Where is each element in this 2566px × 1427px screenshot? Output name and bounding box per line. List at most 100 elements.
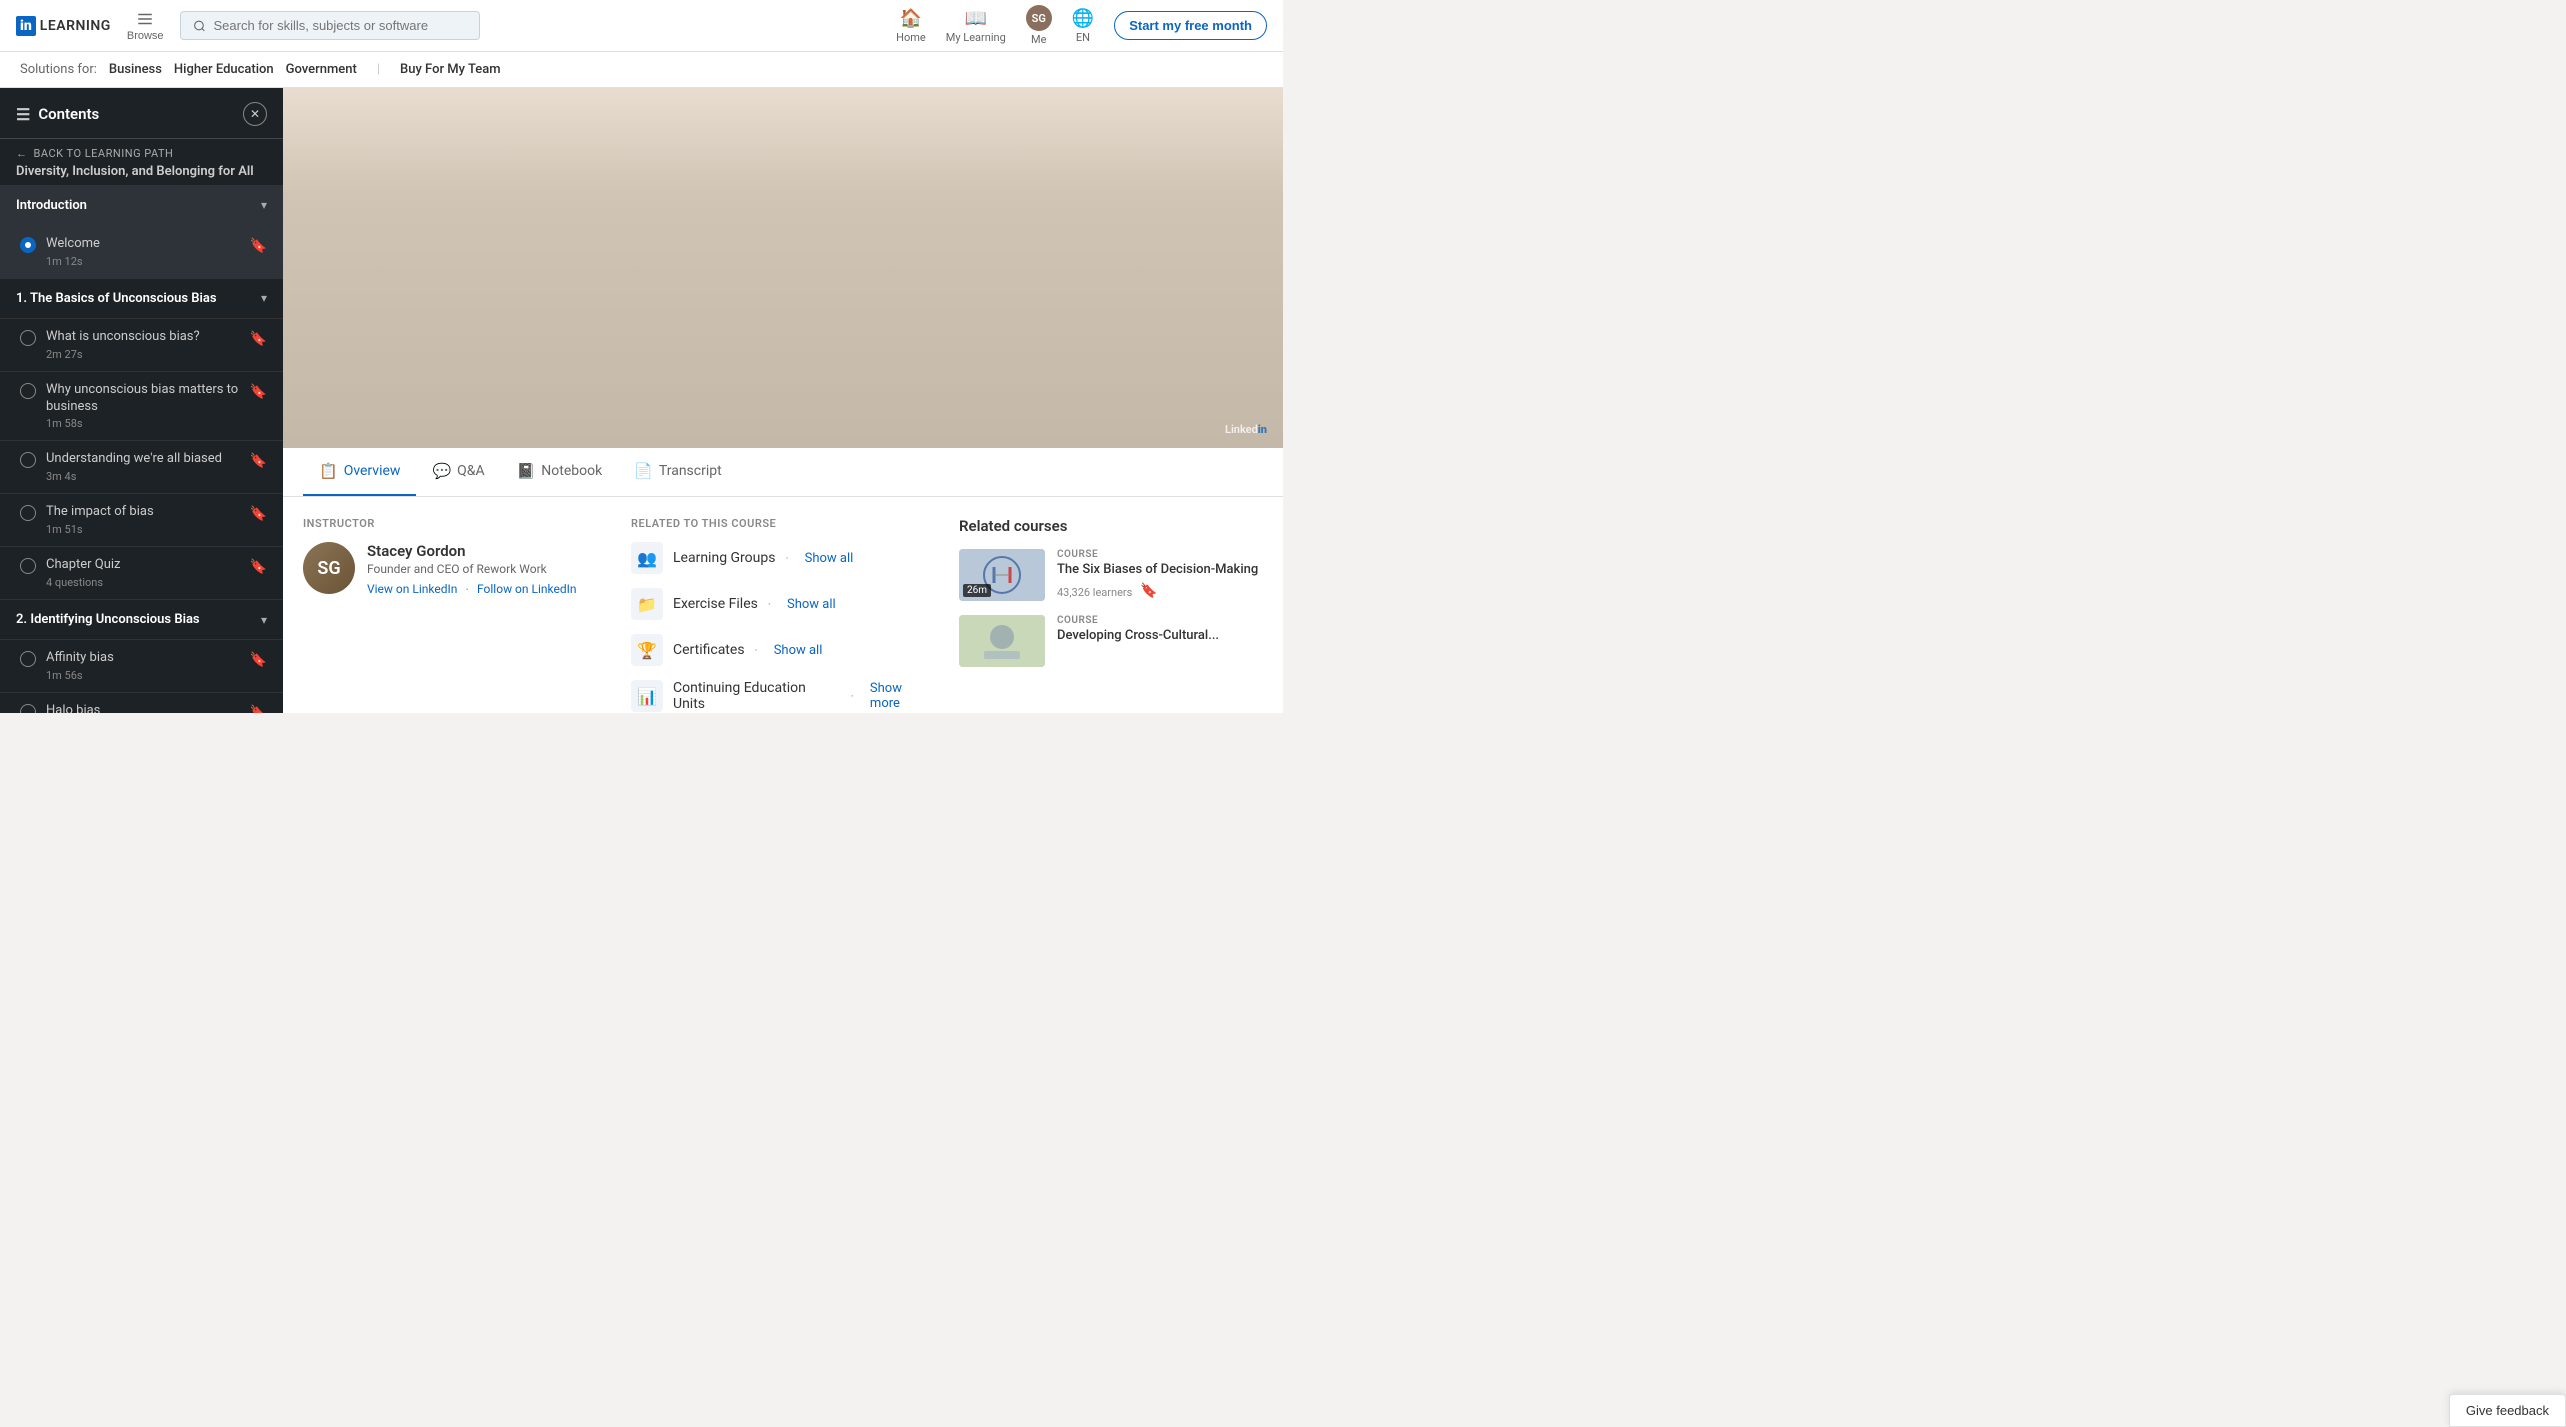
video-scene: Linkedin (283, 88, 1283, 448)
lesson-halo[interactable]: Halo bias 2m 6s 🔖 (0, 693, 283, 713)
buy-for-team-link[interactable]: Buy For My Team (400, 62, 501, 77)
lesson-quiz[interactable]: Chapter Quiz 4 questions 🔖 (0, 547, 283, 600)
sub-nav: Solutions for: Business Higher Education… (0, 52, 1283, 88)
instructor-name: Stacey Gordon (367, 542, 577, 560)
tab-transcript[interactable]: 📄 Transcript (618, 448, 738, 496)
me-label: Me (1031, 33, 1046, 46)
certificates-show-all[interactable]: Show all (774, 643, 823, 658)
globe-icon: 🌐 (1072, 8, 1094, 29)
learning-path-title: Diversity, Inclusion, and Belonging for … (16, 164, 267, 181)
related-ceu: 📊 Continuing Education Units · Show more (631, 680, 935, 712)
tab-content-overview: INSTRUCTOR SG Stacey Gordon Founder and … (283, 497, 1283, 713)
main-layout: ☰ Contents ✕ ← BACK TO LEARNING PATH Div… (0, 88, 1283, 713)
my-learning-icon: 📖 (965, 8, 987, 29)
section-identifying-title: 2. Identifying Unconscious Bias (16, 612, 200, 627)
related-exercise-files: 📁 Exercise Files · Show all (631, 588, 935, 620)
related-section-label: RELATED TO THIS COURSE (631, 517, 935, 530)
me-nav-item[interactable]: SG Me (1026, 5, 1052, 46)
lesson-what-is-bias[interactable]: What is unconscious bias? 2m 27s 🔖 (0, 319, 283, 372)
section-basics[interactable]: 1. The Basics of Unconscious Bias ▾ (0, 279, 283, 319)
exercise-files-label: Exercise Files (673, 596, 758, 612)
certificates-icon: 🏆 (631, 634, 663, 666)
ceu-show-more[interactable]: Show more (870, 681, 935, 711)
top-nav: in LEARNING Browse 🏠 Home 📖 My Learning … (0, 0, 1283, 52)
higher-ed-link[interactable]: Higher Education (174, 62, 274, 77)
lesson-circle (20, 505, 36, 521)
tab-transcript-label: Transcript (659, 463, 722, 479)
browse-button[interactable]: Browse (127, 10, 164, 42)
sidebar-header: ☰ Contents ✕ (0, 88, 283, 139)
bookmark-icon[interactable]: 🔖 (250, 652, 267, 668)
bookmark-icon[interactable]: 🔖 (250, 705, 267, 713)
lesson-impact[interactable]: The impact of bias 1m 51s 🔖 (0, 494, 283, 547)
transcript-icon: 📄 (634, 462, 653, 480)
tab-qa[interactable]: 💬 Q&A (416, 448, 500, 496)
instructor-card: SG Stacey Gordon Founder and CEO of Rewo… (303, 542, 607, 598)
qa-icon: 💬 (432, 462, 451, 480)
learning-groups-label: Learning Groups (673, 550, 775, 566)
bookmark-icon[interactable]: 🔖 (250, 384, 267, 400)
lesson-why-matters[interactable]: Why unconscious bias matters to business… (0, 372, 283, 442)
lesson-circle (20, 383, 36, 399)
nav-separator: | (377, 62, 380, 77)
lesson-title: Welcome (46, 236, 100, 253)
bookmark-icon[interactable]: 🔖 (250, 238, 267, 254)
search-bar (180, 11, 480, 40)
course-info-1: COURSE The Six Biases of Decision-Making… (1057, 549, 1258, 601)
lesson-all-biased[interactable]: Understanding we're all biased 3m 4s 🔖 (0, 441, 283, 494)
follow-on-linkedin-link[interactable]: Follow on LinkedIn (477, 582, 576, 598)
give-feedback-button[interactable]: Give feedback (2449, 1394, 2566, 1427)
lesson-duration: 1m 12s (46, 255, 100, 268)
course-label-1: COURSE (1057, 549, 1258, 560)
tab-overview-label: Overview (344, 463, 401, 479)
my-learning-label: My Learning (946, 31, 1006, 44)
close-sidebar-button[interactable]: ✕ (243, 102, 267, 126)
linkedin-watermark: Linkedin (1225, 423, 1267, 436)
learning-groups-show-all[interactable]: Show all (805, 551, 854, 566)
start-free-button[interactable]: Start my free month (1114, 11, 1267, 40)
tab-notebook[interactable]: 📓 Notebook (501, 448, 619, 496)
search-input[interactable] (213, 18, 466, 33)
home-nav-item[interactable]: 🏠 Home (896, 8, 926, 44)
home-label: Home (896, 31, 926, 44)
learners-count-1: 43,326 learners (1057, 586, 1132, 599)
instructor-section-label: INSTRUCTOR (303, 517, 607, 530)
bookmark-icon[interactable]: 🔖 (250, 453, 267, 469)
exercise-files-show-all[interactable]: Show all (787, 597, 836, 612)
tab-overview[interactable]: 📋 Overview (303, 448, 416, 496)
link-separator: · (465, 582, 469, 598)
lang-label: EN (1076, 31, 1090, 44)
lesson-circle (20, 452, 36, 468)
lesson-circle (20, 704, 36, 713)
my-learning-nav-item[interactable]: 📖 My Learning (946, 8, 1006, 44)
bookmark-icon[interactable]: 🔖 (250, 506, 267, 522)
course-title-1: The Six Biases of Decision-Making (1057, 562, 1258, 579)
section-identifying[interactable]: 2. Identifying Unconscious Bias ▾ (0, 600, 283, 640)
lesson-affinity[interactable]: Affinity bias 1m 56s 🔖 (0, 640, 283, 693)
view-on-linkedin-link[interactable]: View on LinkedIn (367, 582, 457, 598)
back-to-path-button[interactable]: ← BACK TO LEARNING PATH (16, 147, 267, 160)
section-introduction-title: Introduction (16, 198, 87, 213)
related-courses-section: Related courses 26m COURSE (959, 517, 1263, 713)
tabs-bar: 📋 Overview 💬 Q&A 📓 Notebook 📄 Transcript (283, 448, 1283, 497)
course-bookmark-1[interactable]: 🔖 (1140, 583, 1157, 599)
lesson-circle (20, 651, 36, 667)
business-link[interactable]: Business (109, 62, 162, 77)
course-thumbnail-1: 26m (959, 549, 1045, 601)
lang-nav-item[interactable]: 🌐 EN (1072, 8, 1094, 44)
course-card-2: COURSE Developing Cross-Cultural... (959, 615, 1263, 667)
home-icon: 🏠 (900, 8, 922, 29)
lesson-title: The impact of bias (46, 504, 154, 521)
lesson-duration: 3m 4s (46, 470, 222, 483)
government-link[interactable]: Government (286, 62, 357, 77)
solutions-label: Solutions for: (20, 62, 97, 77)
lesson-welcome[interactable]: Welcome 1m 12s 🔖 (0, 226, 283, 279)
lesson-title: Understanding we're all biased (46, 451, 222, 468)
section-introduction[interactable]: Introduction ▾ (0, 186, 283, 226)
browse-label: Browse (127, 30, 164, 42)
bookmark-icon[interactable]: 🔖 (250, 331, 267, 347)
menu-icon: ☰ (16, 105, 30, 124)
certificates-label: Certificates (673, 642, 745, 658)
lesson-duration: 1m 58s (46, 417, 250, 430)
bookmark-icon[interactable]: 🔖 (250, 559, 267, 575)
